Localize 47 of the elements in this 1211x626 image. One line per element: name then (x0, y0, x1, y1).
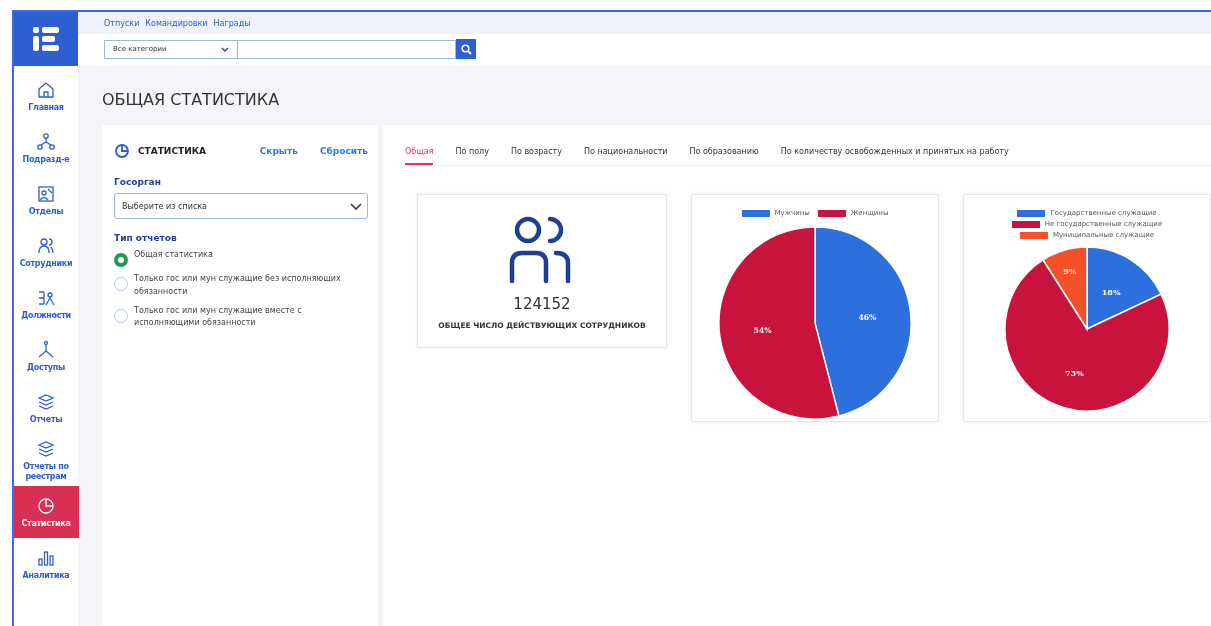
tab[interactable]: По образованию (689, 147, 759, 165)
sidebar-item[interactable]: Отчеты (14, 382, 78, 434)
slice-label: 73% (1065, 368, 1084, 379)
field-label: Тип отчетов (114, 233, 178, 243)
agency-select[interactable]: Выберите из списка (114, 193, 368, 219)
pie-chart-icon (114, 143, 130, 159)
network-icon (36, 339, 56, 360)
hierarchy-icon (36, 131, 56, 152)
chevron-icon (350, 202, 362, 210)
hide-link[interactable]: Скрыть (259, 146, 298, 156)
logo-icon (33, 27, 59, 51)
tab[interactable]: По национальности (584, 147, 668, 165)
panel-title: СТАТИСТИКА (138, 146, 207, 156)
option-label: Только гос или мун служащие без исполняющих обязанности (134, 273, 342, 298)
radio-button[interactable] (114, 253, 128, 267)
search-field[interactable] (238, 39, 456, 59)
option-label: Только гос или мун служащие вместе с исполняющими обязанности (134, 304, 303, 330)
sidebar-item[interactable]: Главная (14, 70, 78, 122)
sidebar-item[interactable]: Подразд-е (14, 122, 78, 174)
slice-label: 18% (1101, 286, 1121, 297)
reset-link[interactable]: Сбросить (319, 146, 368, 156)
tab[interactable]: По полу (455, 147, 489, 165)
slice-label: 9% (1063, 265, 1077, 276)
total-count: 124152 (513, 295, 571, 313)
nav-link[interactable]: Отпуски (104, 18, 140, 28)
tab[interactable]: Общая (405, 147, 434, 165)
sidebar-item[interactable]: Отделы (14, 174, 78, 226)
sidebar-item[interactable]: Сотрудники (14, 226, 78, 278)
nav-link[interactable]: Награды (213, 18, 251, 28)
sidebar-item[interactable]: Аналитика (14, 538, 78, 590)
field-label: Госорган (114, 177, 162, 187)
pie-chart-icon (36, 495, 56, 516)
sidebar-item[interactable]: Отчеты по реестрам (14, 434, 78, 486)
search-button[interactable] (456, 39, 476, 59)
tab[interactable]: По возрасту (510, 147, 562, 165)
nav-link[interactable]: Командировки (145, 18, 208, 28)
chevron-icon (221, 46, 229, 52)
page-title: ОБЩАЯ СТАТИСТИКА (102, 90, 281, 109)
search-icon (460, 43, 472, 55)
sidebar-item[interactable]: Статистика (14, 486, 79, 538)
people-icon (36, 235, 56, 256)
option-label: Общая статистика (134, 249, 214, 261)
tab[interactable]: По количеству освобожденных и принятых на работу (780, 147, 1009, 165)
app-logo[interactable] (14, 12, 78, 66)
stack-icon (36, 391, 56, 412)
sidebar-item[interactable]: Должности (14, 278, 78, 330)
sidebar-item[interactable]: Доступы (14, 330, 78, 382)
